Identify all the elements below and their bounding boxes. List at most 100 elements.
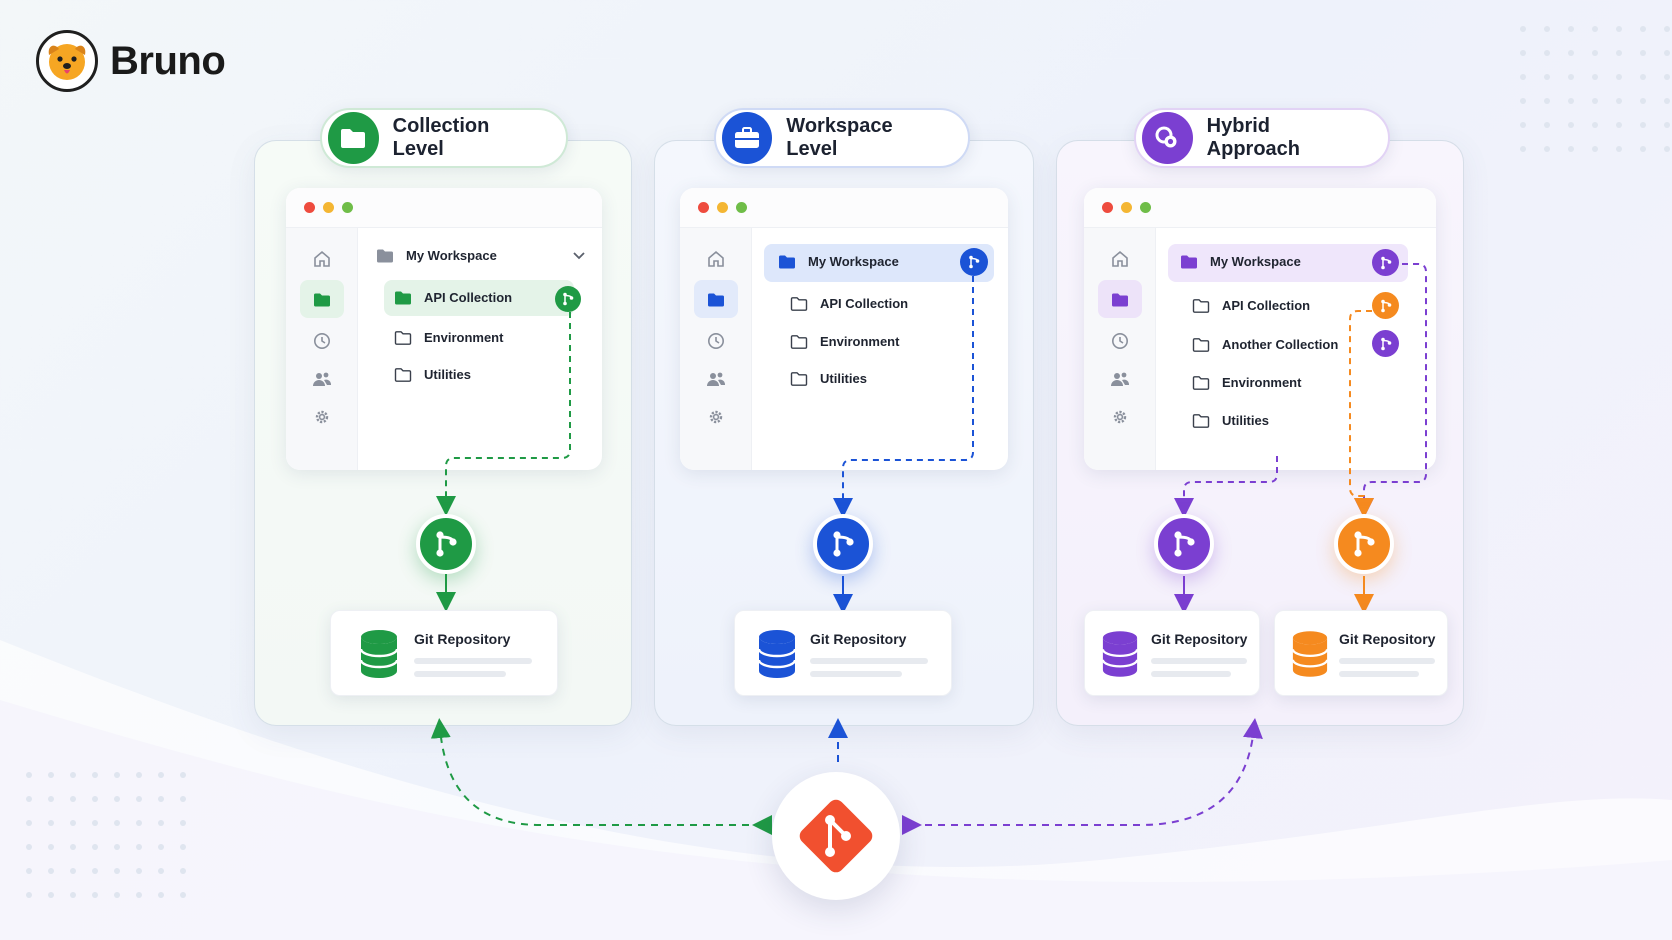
home-icon[interactable] [694, 240, 738, 278]
header-collection-level: Collection Level [320, 108, 568, 168]
git-branch-icon [555, 286, 581, 312]
list-item[interactable]: Environment [394, 330, 503, 345]
folder-icon [1192, 414, 1210, 428]
git-branch-icon [1372, 330, 1399, 357]
workspace-row[interactable]: My Workspace [778, 254, 899, 269]
repo-label: Git Repository [1151, 631, 1248, 647]
home-icon[interactable] [1098, 240, 1142, 278]
dot-grid-bottom-left [26, 772, 202, 898]
list-item[interactable]: Utilities [394, 367, 471, 382]
git-repository-card: Git Repository [734, 610, 952, 696]
git-branch-icon [416, 514, 476, 574]
gear-icon[interactable] [694, 398, 738, 436]
header-workspace-level: Workspace Level [714, 108, 970, 168]
clock-icon[interactable] [300, 322, 344, 360]
users-icon[interactable] [300, 360, 344, 398]
list-item-label: Utilities [1222, 413, 1269, 428]
folder-icon [395, 291, 411, 305]
folder-icon [328, 112, 379, 164]
gear-icon[interactable] [1098, 398, 1142, 436]
dog-logo-icon [36, 30, 98, 92]
users-icon[interactable] [1098, 360, 1142, 398]
list-item[interactable]: Environment [790, 334, 899, 349]
workspace-label: My Workspace [808, 254, 899, 269]
brand-logo: Bruno [36, 30, 226, 92]
database-icon [359, 630, 399, 678]
app-window-hybrid: My Workspace API Collection Another Coll… [1084, 188, 1436, 470]
folder-icon [790, 372, 808, 386]
folder-icon [377, 249, 393, 263]
app-window-workspace: My Workspace API Collection Environment … [680, 188, 1008, 470]
workspace-label: My Workspace [1210, 254, 1301, 269]
home-icon[interactable] [300, 240, 344, 278]
folder-icon [779, 255, 795, 269]
folder-icon [1192, 338, 1210, 352]
column-title: Hybrid Approach [1206, 115, 1300, 160]
sidebar [680, 228, 752, 470]
rings-icon [1142, 112, 1193, 164]
gear-icon[interactable] [300, 398, 344, 436]
window-titlebar [680, 188, 1008, 228]
list-item[interactable]: Utilities [1192, 413, 1269, 428]
folder-icon [394, 368, 412, 382]
git-branch-icon [1154, 514, 1214, 574]
list-item-label: API Collection [1222, 298, 1311, 313]
list-item-label: Utilities [424, 367, 471, 382]
list-item[interactable]: API Collection [394, 290, 512, 305]
git-branch-icon [813, 514, 873, 574]
git-branch-icon [1334, 514, 1394, 574]
folder-icon [1192, 299, 1210, 313]
repo-label: Git Repository [414, 631, 511, 647]
column-title: Workspace Level [786, 115, 893, 160]
folder-icon[interactable] [300, 280, 344, 318]
git-repository-card: Git Repository [1084, 610, 1260, 696]
git-branch-icon [960, 248, 988, 276]
app-window-collection: My Workspace API Collection Environment … [286, 188, 602, 470]
window-titlebar [286, 188, 602, 228]
git-repository-card: Git Repository [1274, 610, 1448, 696]
list-item[interactable]: Environment [1192, 375, 1301, 390]
clock-icon[interactable] [694, 322, 738, 360]
list-item-label: Environment [1222, 375, 1302, 390]
sidebar [286, 228, 358, 470]
workspace-label: My Workspace [406, 248, 497, 263]
database-icon [757, 630, 797, 678]
repo-label: Git Repository [810, 631, 907, 647]
folder-icon [1192, 376, 1210, 390]
git-repository-card: Git Repository [330, 610, 558, 696]
briefcase-icon [722, 112, 773, 164]
list-item-label: API Collection [424, 290, 513, 305]
folder-icon [790, 297, 808, 311]
clock-icon[interactable] [1098, 322, 1142, 360]
dot-grid-top-right [1520, 26, 1672, 152]
folder-icon[interactable] [1098, 280, 1142, 318]
list-item-label: Utilities [820, 371, 867, 386]
list-item[interactable]: Utilities [790, 371, 867, 386]
database-icon [1101, 631, 1139, 677]
folder-icon[interactable] [694, 280, 738, 318]
list-item[interactable]: API Collection [790, 296, 908, 311]
workspace-row[interactable]: My Workspace [376, 248, 586, 263]
git-logo-icon [799, 799, 873, 873]
list-item-label: Another Collection [1222, 337, 1339, 352]
list-item[interactable]: Another Collection [1192, 337, 1338, 352]
git-logo-node [772, 772, 900, 900]
list-item[interactable]: API Collection [1192, 298, 1310, 313]
list-item-label: Environment [820, 334, 900, 349]
folder-icon [394, 331, 412, 345]
chevron-down-icon[interactable] [572, 251, 586, 261]
folder-icon [790, 335, 808, 349]
column-title: Collection Level [392, 115, 490, 160]
header-hybrid-approach: Hybrid Approach [1134, 108, 1390, 168]
database-icon [1291, 631, 1329, 677]
window-titlebar [1084, 188, 1436, 228]
git-branch-icon [1372, 292, 1399, 319]
users-icon[interactable] [694, 360, 738, 398]
brand-name: Bruno [110, 38, 226, 83]
list-item-label: API Collection [820, 296, 909, 311]
git-branch-icon [1372, 249, 1399, 276]
workspace-row[interactable]: My Workspace [1180, 254, 1301, 269]
sidebar [1084, 228, 1156, 470]
list-item-label: Environment [424, 330, 504, 345]
folder-icon [1181, 255, 1197, 269]
